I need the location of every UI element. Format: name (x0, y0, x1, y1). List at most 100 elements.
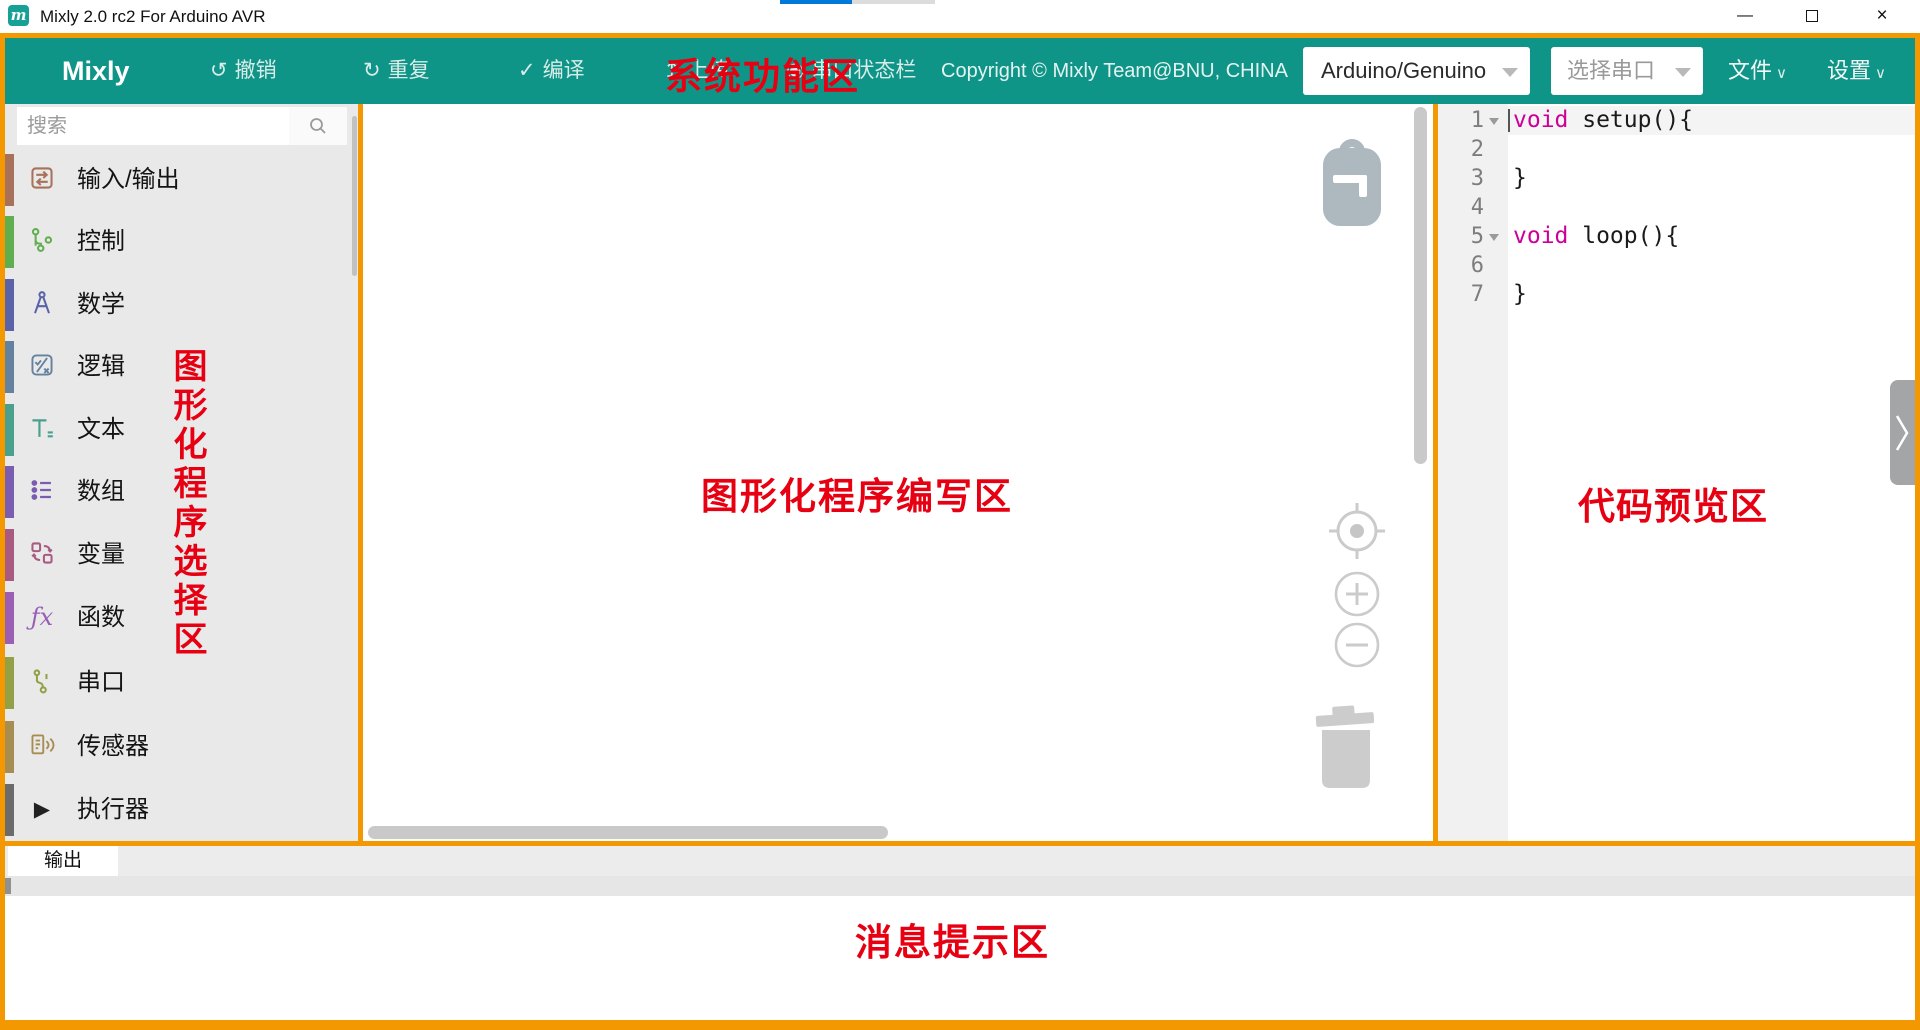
code-line: 6 (1438, 251, 1915, 280)
output-tab[interactable]: 输出 (8, 846, 118, 876)
settings-menu[interactable]: 设置∨ (1827, 38, 1886, 104)
array-icon (27, 476, 57, 506)
minimize-button[interactable]: — (1722, 0, 1768, 32)
board-select-dropdown[interactable]: Arduino/Genuino (1303, 47, 1530, 95)
sensor-icon (27, 731, 57, 761)
port-select-dropdown[interactable]: 选择串口 (1551, 47, 1703, 95)
text-icon (27, 414, 57, 444)
sidebar-item-control[interactable]: 控制 (5, 211, 358, 273)
minus-icon (1334, 622, 1380, 668)
math-icon (27, 289, 57, 319)
sidebar-item-math[interactable]: 数学 (5, 274, 358, 336)
sidebar-item-sensor[interactable]: 传感器 (5, 716, 358, 778)
variable-icon (27, 539, 57, 569)
category-stripe (5, 154, 14, 206)
window-title: Mixly 2.0 rc2 For Arduino AVR (40, 0, 266, 33)
plus-icon (1334, 571, 1380, 617)
category-stripe (5, 341, 14, 393)
category-stripe (5, 657, 14, 709)
code-line: 4 (1438, 193, 1915, 222)
sidebar-item-array[interactable]: 数组 (5, 461, 358, 523)
mixly-logo-icon: m (8, 5, 29, 26)
search-icon (308, 116, 328, 136)
backpack-icon[interactable] (1321, 132, 1383, 231)
close-icon: × (1876, 5, 1887, 26)
text-caret (1508, 109, 1510, 132)
search-input[interactable] (17, 107, 291, 145)
close-button[interactable]: × (1859, 0, 1905, 32)
upload-icon: ↥ (663, 59, 681, 82)
restore-icon (1806, 10, 1818, 22)
chevron-down-icon (1675, 68, 1691, 77)
mixly-app-window: m Mixly 2.0 rc2 For Arduino AVR — × Mixl… (0, 0, 1920, 1030)
message-panel: 输出 消息提示区 (5, 846, 1915, 1020)
zoom-out-button[interactable] (1334, 622, 1380, 673)
toolbar: Mixly ↺撤销 ↻重复 ✓编译 ↥上传 ◉串口状态栏 Copyright ©… (5, 38, 1915, 104)
progress-bar-track (852, 0, 935, 4)
sidebar-item-text[interactable]: 文本 (5, 399, 358, 461)
compile-button[interactable]: ✓编译 (518, 38, 585, 104)
sidebar-item-function[interactable]: ƒx 函数 (5, 587, 358, 649)
code-line: 7 } (1438, 280, 1915, 309)
code-line: 3 } (1438, 164, 1915, 193)
category-stripe (5, 404, 14, 456)
actuator-icon: ▶ (27, 794, 57, 824)
trash-icon[interactable] (1315, 700, 1377, 799)
message-tab-bar (5, 846, 1915, 876)
category-stripe (5, 592, 14, 644)
sidebar-item-serial[interactable]: 串口 (5, 652, 358, 714)
check-icon: ✓ (518, 59, 536, 82)
serial-status-icon: ◉ (786, 59, 804, 82)
title-bar: m Mixly 2.0 rc2 For Arduino AVR — × (0, 0, 1920, 33)
copyright-text: Copyright © Mixly Team@BNU, CHINA (941, 38, 1288, 104)
annotation-canvas-zone: 图形化程序编写区 (701, 466, 1013, 520)
target-icon (1325, 499, 1389, 563)
code-line: 5 void loop(){ (1438, 222, 1915, 251)
function-icon: ƒx (27, 602, 57, 632)
category-stripe (5, 721, 14, 773)
sidebar-item-actuator[interactable]: ▶ 执行器 (5, 779, 358, 841)
message-scroll-thumb[interactable] (5, 878, 11, 894)
canvas-horizontal-scrollbar[interactable] (368, 826, 888, 839)
category-stripe (5, 529, 14, 581)
upload-button[interactable]: ↥上传 (663, 38, 730, 104)
category-stripe (5, 279, 14, 331)
zoom-reset-button[interactable] (1325, 499, 1389, 568)
category-stripe (5, 466, 14, 518)
panel-collapse-tab[interactable] (1890, 380, 1915, 485)
category-stripe (5, 784, 14, 836)
restore-button[interactable] (1789, 0, 1835, 32)
sidebar-item-logic[interactable]: 逻辑 (5, 336, 358, 398)
file-menu[interactable]: 文件∨ (1728, 38, 1787, 104)
code-lines: 1 void setup(){ 2 3 } 4 (1438, 106, 1915, 309)
logic-icon (27, 351, 57, 381)
search-button[interactable] (289, 107, 347, 145)
zoom-in-button[interactable] (1334, 571, 1380, 622)
block-category-sidebar: 输入/输出 控制 数学 (5, 104, 358, 841)
sidebar-item-io[interactable]: 输入/输出 (5, 149, 358, 211)
annotated-frame: Mixly ↺撤销 ↻重复 ✓编译 ↥上传 ◉串口状态栏 Copyright ©… (0, 33, 1920, 1030)
serial-status-button[interactable]: ◉串口状态栏 (786, 38, 916, 104)
minimize-icon: — (1737, 7, 1753, 24)
chevron-right-icon (1892, 408, 1912, 458)
message-scroll-track (5, 876, 1915, 896)
code-line: 1 void setup(){ (1438, 106, 1915, 135)
io-icon (27, 164, 57, 194)
sidebar-item-variable[interactable]: 变量 (5, 524, 358, 586)
undo-icon: ↺ (210, 59, 228, 82)
mixly-brand[interactable]: Mixly (62, 38, 130, 104)
redo-icon: ↻ (363, 59, 381, 82)
chevron-down-icon (1502, 68, 1518, 77)
code-line: 2 (1438, 135, 1915, 164)
annotation-message-zone: 消息提示区 (855, 912, 1050, 966)
undo-button[interactable]: ↺撤销 (210, 38, 277, 104)
chevron-down-icon: ∨ (1776, 65, 1787, 82)
block-workspace-canvas[interactable]: 图形化程序编写区 (363, 104, 1433, 841)
category-stripe (5, 216, 14, 268)
fold-arrow-icon[interactable] (1489, 234, 1499, 241)
code-preview-panel: 1 void setup(){ 2 3 } 4 (1438, 104, 1915, 841)
canvas-vertical-scrollbar[interactable] (1414, 107, 1427, 464)
redo-button[interactable]: ↻重复 (363, 38, 430, 104)
fold-arrow-icon[interactable] (1489, 118, 1499, 125)
progress-bar-fill (780, 0, 852, 4)
